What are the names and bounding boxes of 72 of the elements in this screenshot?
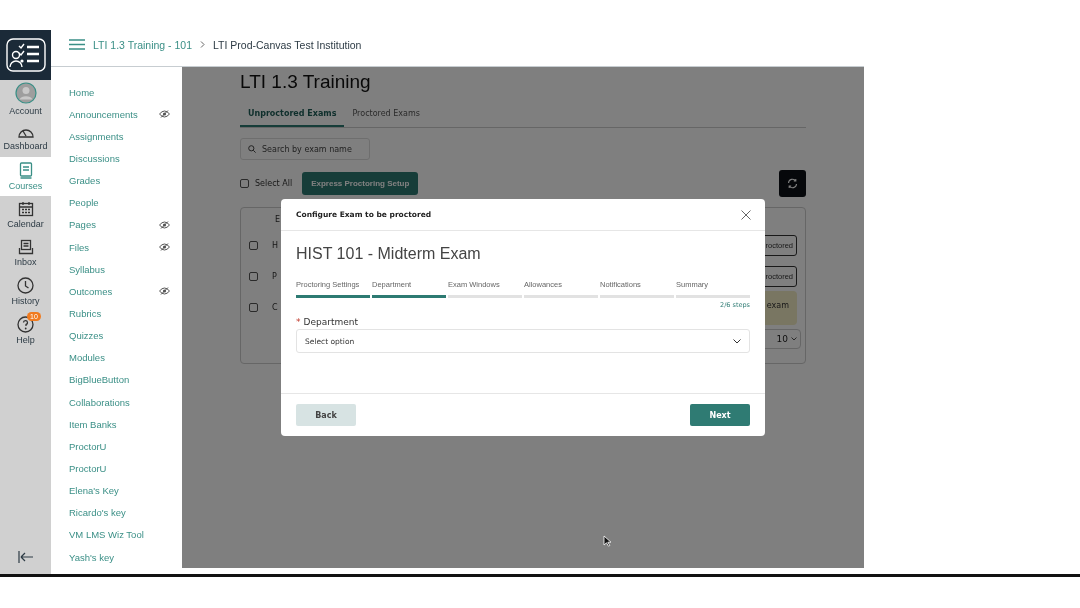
nav-label: Account: [9, 106, 42, 117]
required-mark: *: [296, 317, 301, 327]
course-nav-link[interactable]: Rubrics: [69, 307, 159, 319]
course-nav-link[interactable]: ProctorU: [69, 440, 159, 452]
chevron-icon: [791, 336, 797, 341]
close-icon[interactable]: [741, 209, 751, 220]
nav-item[interactable]: Account: [0, 80, 51, 119]
field-label: Department: [303, 317, 358, 327]
table-cell: C: [272, 303, 278, 312]
course-nav-link[interactable]: Elena's Key: [69, 485, 159, 497]
nav-item[interactable]: Courses: [0, 157, 51, 196]
course-nav-link[interactable]: Outcomes: [69, 285, 159, 297]
refresh-button[interactable]: [779, 170, 806, 197]
nav-item[interactable]: Dashboard: [0, 118, 51, 157]
course-nav-link[interactable]: Quizzes: [69, 330, 159, 342]
course-nav-link[interactable]: Discussions: [69, 153, 159, 164]
nav-item[interactable]: Inbox: [0, 234, 51, 273]
course-nav-link[interactable]: VM LMS Wiz Tool: [69, 529, 159, 541]
book-icon: [18, 161, 33, 179]
search-field[interactable]: Search by exam name: [240, 138, 370, 160]
course-nav-link[interactable]: People: [69, 197, 159, 209]
collapse-icon[interactable]: [17, 551, 34, 563]
search-icon: [248, 145, 256, 153]
clock-icon: [17, 277, 34, 295]
checkbox[interactable]: [240, 179, 249, 188]
nav-item[interactable]: Calendar: [0, 195, 51, 234]
row-checkbox[interactable]: [249, 272, 258, 281]
nav-label: Courses: [8, 180, 43, 191]
nav-label: Dashboard: [3, 140, 48, 151]
course-nav-link[interactable]: Assignments: [69, 130, 159, 142]
breadcrumb-link[interactable]: LTI Prod-Canvas Test Institution: [213, 38, 362, 51]
course-nav-link[interactable]: Ricardo's key: [69, 507, 159, 519]
course-nav-link[interactable]: BigBlueButton: [69, 374, 159, 386]
table-cell: H: [272, 241, 278, 250]
course-nav-link[interactable]: Grades: [69, 175, 159, 187]
course-nav-link[interactable]: Home: [69, 86, 159, 98]
inbox-icon: [17, 239, 34, 256]
course-nav-link[interactable]: Syllabus: [69, 263, 159, 275]
refresh-icon: [787, 178, 798, 189]
exam-tab[interactable]: Unproctored Exams: [240, 103, 345, 127]
course-nav-link[interactable]: Files: [69, 241, 159, 253]
row-checkbox[interactable]: [249, 303, 258, 312]
course-nav-link[interactable]: Item Banks: [69, 418, 159, 430]
nav-label: Help: [16, 334, 35, 345]
course-nav-link[interactable]: Collaborations: [69, 396, 159, 408]
menu-icon[interactable]: [69, 39, 85, 50]
page-title: LTI 1.3 Training: [240, 71, 372, 93]
back-button[interactable]: Back: [296, 404, 356, 426]
breadcrumb-link[interactable]: LTI 1.3 Training - 101: [93, 38, 193, 51]
logo-icon[interactable]: [5, 38, 46, 72]
express-setup-button[interactable]: Express Proctoring Setup: [302, 172, 419, 195]
nav-label: Calendar: [7, 218, 44, 229]
next-button[interactable]: Next: [690, 404, 750, 426]
cursor-icon: [603, 535, 612, 547]
row-checkbox[interactable]: [249, 241, 258, 250]
nav-item[interactable]: History: [0, 272, 51, 311]
course-nav-link[interactable]: Pages: [69, 219, 159, 231]
table-cell: P: [272, 272, 277, 281]
course-nav-link[interactable]: Yash's key: [69, 551, 159, 563]
calendar-icon: [17, 200, 34, 217]
course-nav-link[interactable]: Announcements: [69, 108, 159, 120]
exam-tab[interactable]: Proctored Exams: [344, 103, 428, 127]
nav-label: History: [11, 296, 40, 307]
course-nav-link[interactable]: ProctorU: [69, 462, 159, 474]
avatar-icon: [14, 82, 37, 105]
nav-label: Inbox: [14, 257, 37, 268]
exam-title: HIST 101 - Midterm Exam: [296, 245, 482, 263]
course-nav-link[interactable]: Modules: [69, 352, 159, 364]
checkbox-label: Select All: [255, 179, 293, 188]
chevron-icon: [733, 338, 741, 344]
chevron-icon: [200, 41, 206, 48]
column-header: E: [275, 214, 281, 224]
